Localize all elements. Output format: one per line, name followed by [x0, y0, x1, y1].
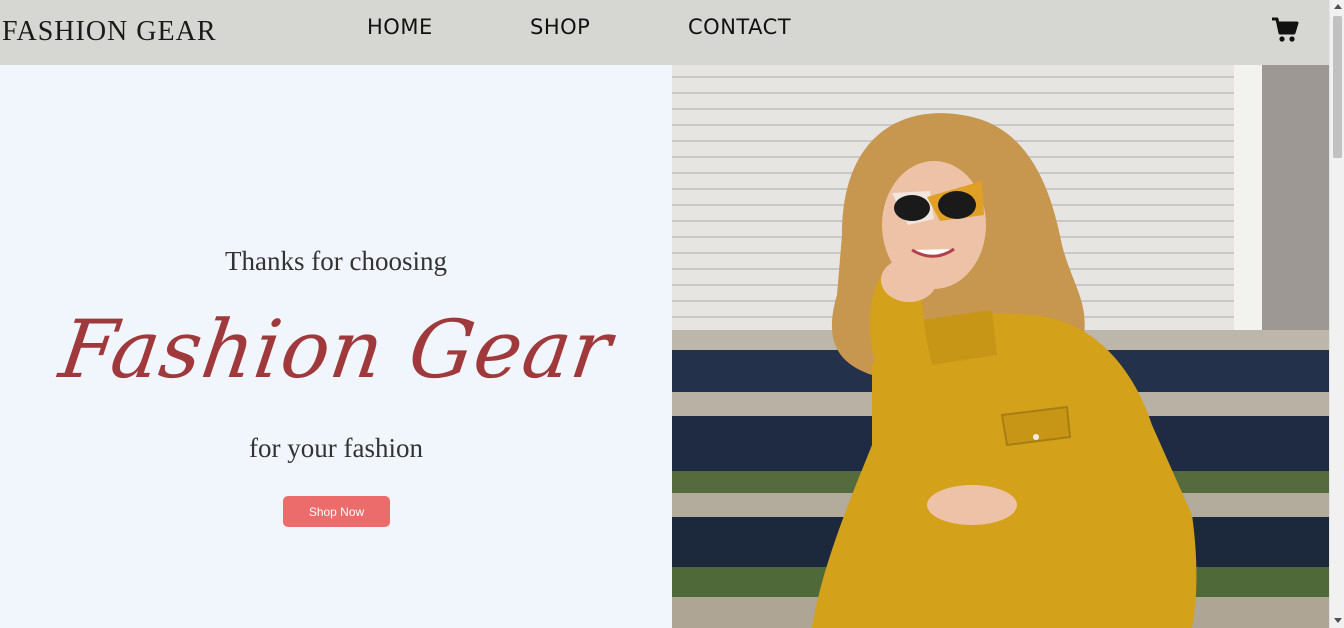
hero-image: [672, 65, 1329, 628]
nav-contact-link[interactable]: CONTACT: [688, 15, 791, 39]
shopping-cart-icon[interactable]: [1271, 17, 1299, 43]
nav-shop-link[interactable]: SHOP: [530, 15, 590, 39]
page-scrollbar[interactable]: [1329, 0, 1344, 628]
top-navbar: FASHION GEAR HOME SHOP CONTACT: [0, 0, 1329, 65]
scroll-thumb[interactable]: [1333, 16, 1342, 158]
hero-pre-title: Thanks for choosing: [225, 246, 447, 276]
scroll-up-arrow-icon[interactable]: [1334, 4, 1342, 9]
shop-now-button[interactable]: Shop Now: [283, 496, 390, 527]
hero-subtitle: for your fashion: [249, 433, 423, 463]
brand-logo[interactable]: FASHION GEAR: [2, 16, 217, 48]
hero-text-panel: Thanks for choosing Fashion Gear for you…: [0, 65, 672, 628]
hero-title: Fashion Gear: [54, 303, 618, 396]
scroll-down-arrow-icon[interactable]: [1334, 618, 1342, 623]
nav-home-link[interactable]: HOME: [367, 15, 433, 39]
